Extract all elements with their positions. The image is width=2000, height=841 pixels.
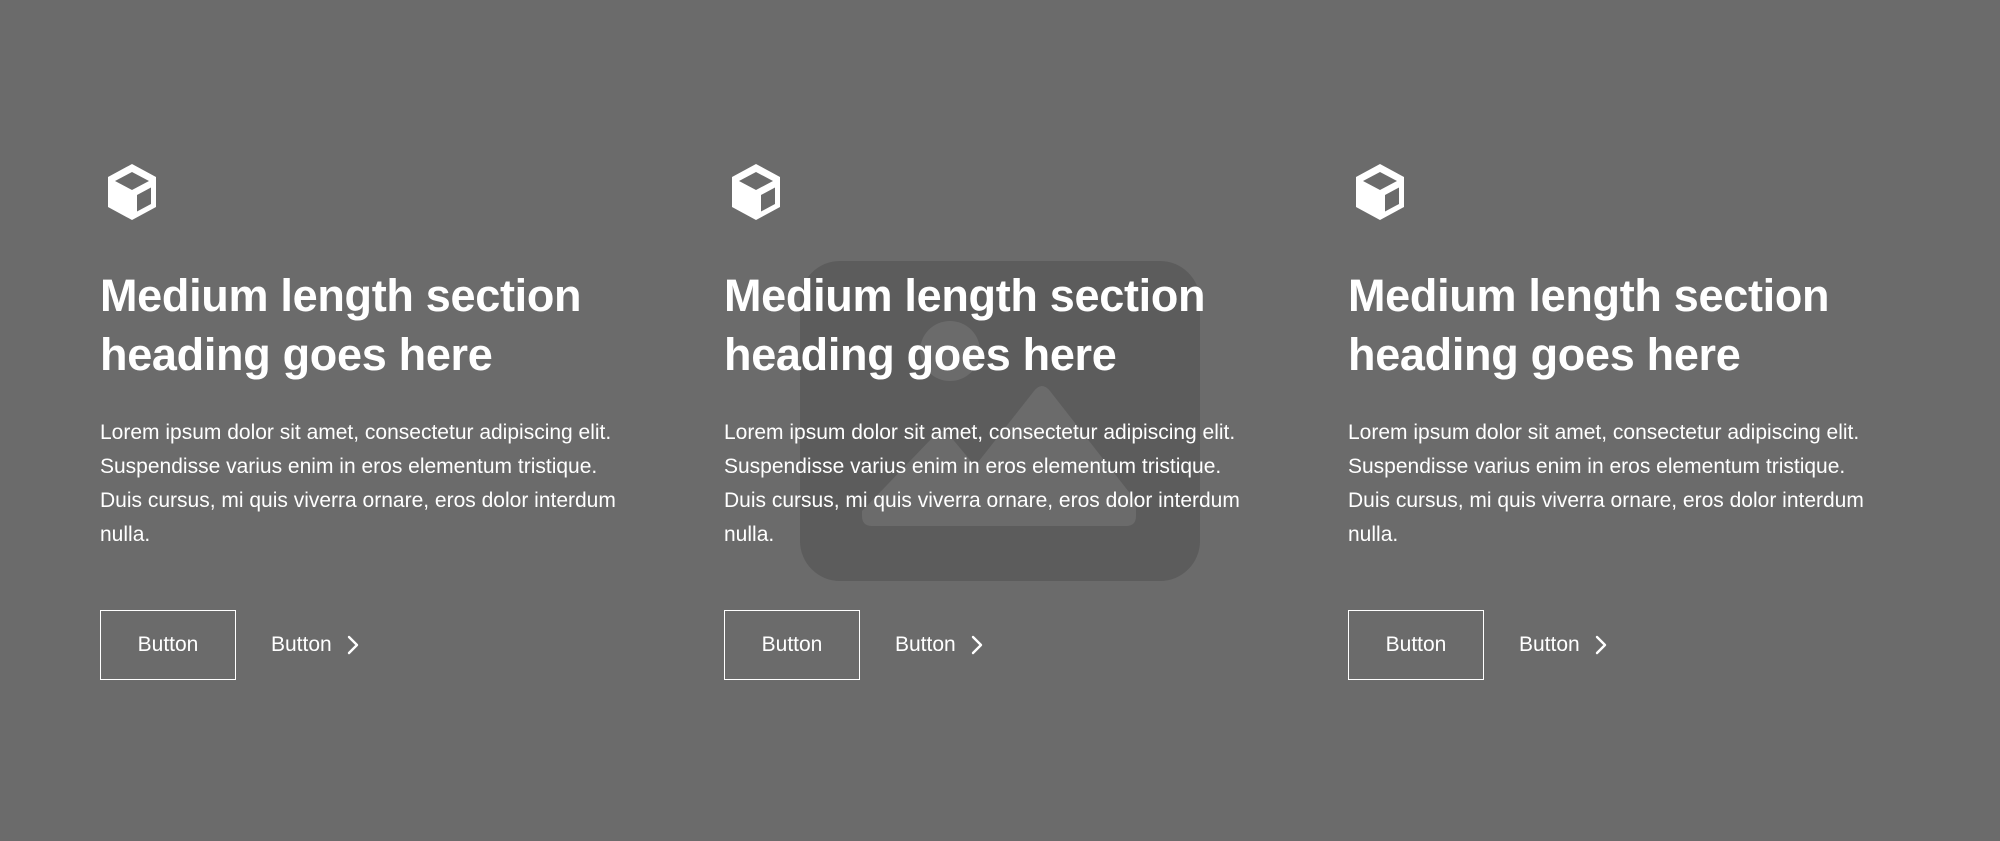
feature-actions: Button Button: [724, 610, 984, 680]
chevron-right-icon: [970, 635, 984, 655]
feature-heading: Medium length section heading goes here: [724, 270, 1206, 380]
secondary-link-button[interactable]: Button: [271, 610, 360, 680]
primary-button[interactable]: Button: [100, 610, 236, 680]
secondary-link-label: Button: [271, 633, 332, 656]
secondary-link-button[interactable]: Button: [895, 610, 984, 680]
chevron-right-icon: [346, 635, 360, 655]
feature-column: Medium length section heading goes here …: [1348, 160, 1884, 680]
secondary-link-label: Button: [1519, 633, 1580, 656]
feature-body: Lorem ipsum dolor sit amet, consectetur …: [1348, 421, 1864, 546]
chevron-right-icon: [1594, 635, 1608, 655]
cube-icon: [100, 160, 164, 224]
features-section: Medium length section heading goes here …: [100, 160, 1900, 680]
secondary-link-label: Button: [895, 633, 956, 656]
feature-column: Medium length section heading goes here …: [724, 160, 1260, 680]
feature-actions: Button Button: [100, 610, 360, 680]
feature-body: Lorem ipsum dolor sit amet, consectetur …: [100, 421, 616, 546]
cube-icon: [724, 160, 788, 224]
primary-button[interactable]: Button: [1348, 610, 1484, 680]
cube-icon: [1348, 160, 1412, 224]
primary-button[interactable]: Button: [724, 610, 860, 680]
feature-actions: Button Button: [1348, 610, 1608, 680]
feature-column: Medium length section heading goes here …: [100, 160, 636, 680]
feature-heading: Medium length section heading goes here: [100, 270, 582, 380]
feature-body: Lorem ipsum dolor sit amet, consectetur …: [724, 421, 1240, 546]
feature-heading: Medium length section heading goes here: [1348, 270, 1830, 380]
secondary-link-button[interactable]: Button: [1519, 610, 1608, 680]
